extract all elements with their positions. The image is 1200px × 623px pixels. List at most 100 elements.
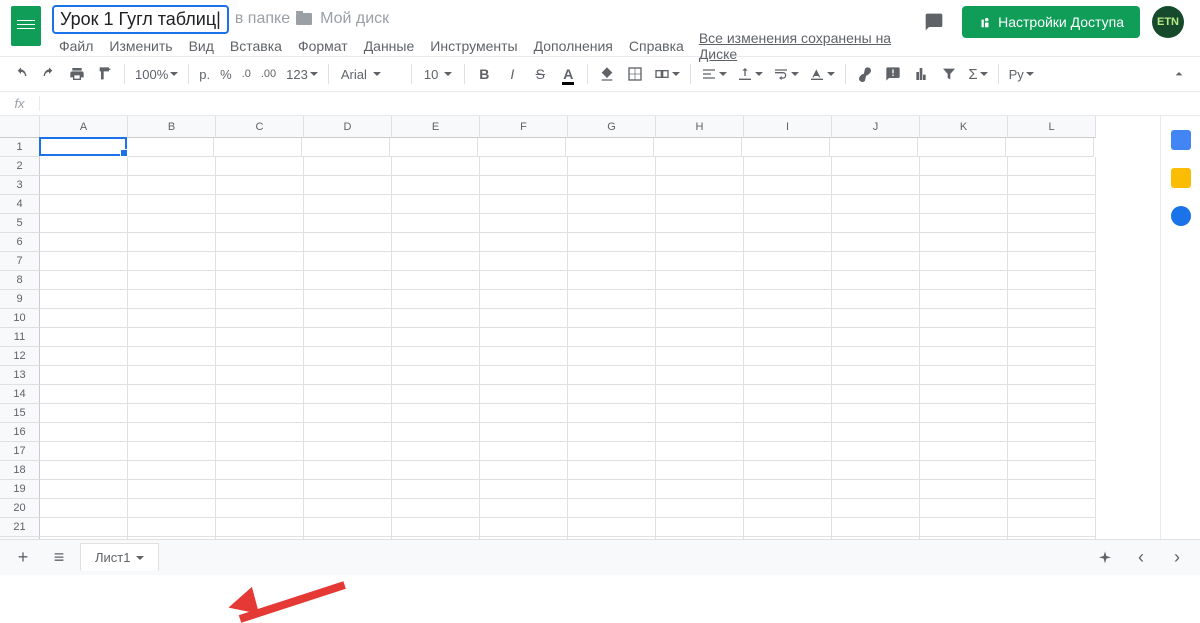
cell[interactable] [304,290,392,309]
column-header[interactable]: B [128,116,216,138]
cell[interactable] [304,328,392,347]
cell[interactable] [744,480,832,499]
cell[interactable] [216,442,304,461]
cell[interactable] [480,309,568,328]
cell[interactable] [920,176,1008,195]
cell[interactable] [40,347,128,366]
cell[interactable] [40,195,128,214]
cell[interactable] [830,138,918,157]
insert-comment-button[interactable] [880,61,906,87]
cell[interactable] [480,157,568,176]
cell[interactable] [216,233,304,252]
cell[interactable] [832,309,920,328]
cell[interactable] [920,271,1008,290]
folder-name[interactable]: Мой диск [320,10,389,28]
cell[interactable] [40,499,128,518]
cell[interactable] [920,347,1008,366]
menu-data[interactable]: Данные [357,35,422,57]
cell[interactable] [656,271,744,290]
undo-button[interactable] [8,61,34,87]
cell[interactable] [832,214,920,233]
cell[interactable] [40,518,128,537]
input-tools-button[interactable]: Ру [1005,67,1038,82]
cell[interactable] [832,271,920,290]
collapse-toolbar-button[interactable] [1166,61,1192,87]
cell[interactable] [128,366,216,385]
cell[interactable] [568,404,656,423]
menu-tools[interactable]: Инструменты [423,35,524,57]
cell[interactable] [216,518,304,537]
cell[interactable] [216,404,304,423]
cell[interactable] [480,290,568,309]
cell[interactable] [920,461,1008,480]
cell[interactable] [392,271,480,290]
redo-button[interactable] [36,61,62,87]
insert-chart-button[interactable] [908,61,934,87]
column-header[interactable]: E [392,116,480,138]
share-button[interactable]: Настройки Доступа [962,6,1140,38]
cell[interactable] [568,309,656,328]
cell[interactable] [832,328,920,347]
cell[interactable] [568,461,656,480]
cell[interactable] [216,366,304,385]
menu-edit[interactable]: Изменить [102,35,179,57]
cell[interactable] [216,347,304,366]
cell[interactable] [216,195,304,214]
cell[interactable] [656,328,744,347]
cell[interactable] [128,499,216,518]
cell[interactable] [304,271,392,290]
cell[interactable] [920,328,1008,347]
cell[interactable] [40,537,128,539]
decrease-decimal-button[interactable]: .0 [238,68,255,80]
cell[interactable] [216,214,304,233]
cell[interactable] [392,157,480,176]
cell[interactable] [128,252,216,271]
cell[interactable] [568,271,656,290]
cell[interactable] [304,385,392,404]
cell[interactable] [656,404,744,423]
menu-addons[interactable]: Дополнения [527,35,620,57]
cell[interactable] [920,252,1008,271]
column-header[interactable]: H [656,116,744,138]
cell[interactable] [920,366,1008,385]
cell[interactable] [656,537,744,539]
merge-cells-button[interactable] [650,66,684,82]
cell[interactable] [920,518,1008,537]
cell[interactable] [304,404,392,423]
row-header[interactable]: 13 [0,366,40,385]
cell[interactable] [304,157,392,176]
column-header[interactable]: I [744,116,832,138]
cell[interactable] [744,347,832,366]
cell[interactable] [832,347,920,366]
cell[interactable] [832,252,920,271]
cell[interactable] [480,252,568,271]
cell[interactable] [744,290,832,309]
cell[interactable] [920,233,1008,252]
cell[interactable] [568,195,656,214]
cell[interactable] [920,290,1008,309]
cell[interactable] [744,328,832,347]
cell[interactable] [744,404,832,423]
row-header[interactable]: 21 [0,518,40,537]
cell[interactable] [1008,537,1096,539]
scroll-right-button[interactable]: › [1162,544,1192,572]
cell[interactable] [656,195,744,214]
select-all-corner[interactable] [0,116,40,138]
cell[interactable] [568,290,656,309]
cell[interactable] [1008,461,1096,480]
cell[interactable] [656,252,744,271]
cell[interactable] [128,347,216,366]
column-header[interactable]: J [832,116,920,138]
font-size-dropdown[interactable]: 10 [418,67,458,82]
row-header[interactable]: 4 [0,195,40,214]
cell[interactable] [40,271,128,290]
cell[interactable] [392,404,480,423]
row-header[interactable]: 19 [0,480,40,499]
cell[interactable] [392,518,480,537]
cell[interactable] [40,309,128,328]
increase-decimal-button[interactable]: .00 [257,68,280,80]
cell[interactable] [480,366,568,385]
cell[interactable] [128,328,216,347]
menu-help[interactable]: Справка [622,35,691,57]
cell[interactable] [832,233,920,252]
